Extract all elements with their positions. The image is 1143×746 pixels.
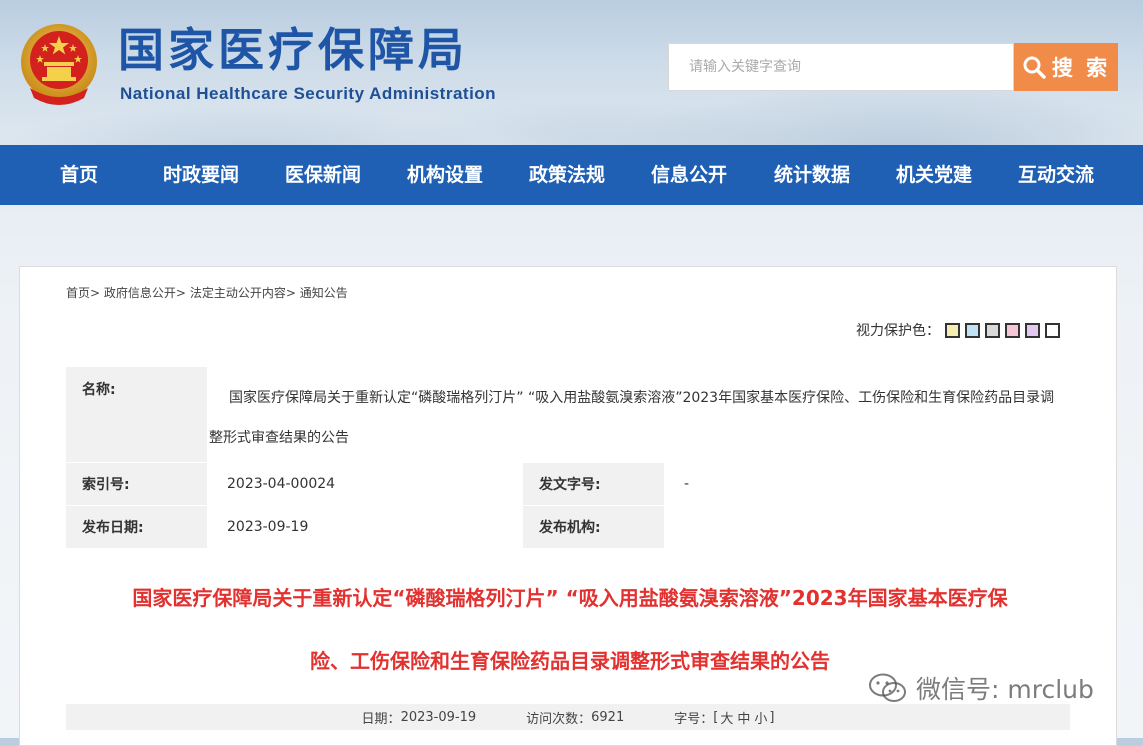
nav-item-org[interactable]: 机构设置: [407, 145, 483, 205]
nav-item-policy[interactable]: 政策法规: [529, 145, 605, 205]
font-size-small[interactable]: 小: [754, 708, 767, 727]
nav-item-ms-news[interactable]: 医保新闻: [285, 145, 361, 205]
search-input[interactable]: [668, 43, 1014, 91]
font-size-large[interactable]: 大: [720, 708, 733, 727]
breadcrumb-statutory[interactable]: 法定主动公开内容: [190, 286, 286, 300]
site-subtitle: National Healthcare Security Administrat…: [120, 84, 497, 103]
nav-item-news[interactable]: 时政要闻: [163, 145, 239, 205]
wechat-icon: [869, 673, 906, 702]
eye-care-colors: 视力保护色：: [856, 320, 1060, 340]
eye-care-label: 视力保护色：: [856, 323, 940, 339]
breadcrumb-separator: >: [175, 286, 186, 300]
watermark-text: 微信号: mrclub: [916, 675, 1094, 704]
eye-care-swatch-blue[interactable]: [965, 322, 980, 338]
meta-font-label: 字号：: [674, 711, 714, 727]
eye-care-swatch-pink[interactable]: [1005, 322, 1020, 338]
meta-date-label: 日期：: [361, 711, 401, 727]
breadcrumb: 首页> 政府信息公开> 法定主动公开内容> 通知公告: [66, 284, 348, 301]
search-button[interactable]: 搜 索: [1014, 43, 1118, 91]
eye-care-swatch-yellow[interactable]: [945, 322, 960, 338]
meta-visits: 6921: [591, 709, 625, 725]
article-title-line2: 险、工伤保险和生育保险药品目录调整形式审查结果的公告: [310, 649, 830, 673]
font-size-medium[interactable]: 中: [737, 708, 750, 727]
org-label: 发布机构:: [523, 505, 664, 549]
index-label: 索引号:: [66, 462, 207, 506]
date-label: 发布日期:: [66, 505, 207, 549]
index-value: 2023-04-00024: [207, 462, 523, 506]
date-value: 2023-09-19: [207, 505, 523, 549]
eye-care-swatch-purple[interactable]: [1025, 322, 1040, 338]
document-info-table: 名称: 国家医疗保障局关于重新认定“磷酸瑞格列汀片” “吸入用盐酸氨溴索溶液”2…: [66, 367, 1066, 549]
org-value: [664, 505, 1066, 549]
nav-item-statistics[interactable]: 统计数据: [774, 145, 850, 205]
national-emblem-icon: [21, 24, 97, 105]
meta-date: 2023-09-19: [400, 709, 477, 725]
breadcrumb-home[interactable]: 首页: [66, 286, 90, 300]
info-row-date: 发布日期: 2023-09-19 发布机构:: [66, 505, 1066, 549]
info-row-index: 索引号: 2023-04-00024 发文字号: -: [66, 462, 1066, 506]
eye-care-swatch-gray[interactable]: [985, 322, 1000, 338]
docno-label: 发文字号:: [523, 462, 664, 506]
search-icon: [1023, 56, 1046, 79]
nav-item-interaction[interactable]: 互动交流: [1018, 145, 1094, 205]
article-title-line1: 国家医疗保障局关于重新认定“磷酸瑞格列汀片” “吸入用盐酸氨溴索溶液”2023年…: [132, 586, 1008, 610]
breadcrumb-separator: >: [90, 286, 101, 300]
site-title: 国家医疗保障局: [118, 23, 468, 77]
main-nav: 首页 时政要闻 医保新闻 机构设置 政策法规 信息公开 统计数据 机关党建 互动…: [0, 145, 1143, 205]
wechat-watermark: 微信号: mrclub: [868, 670, 1094, 706]
article-meta-bar: 日期： 2023-09-19 访问次数： 6921 字号： [ 大 中 小 ]: [66, 704, 1070, 730]
nav-item-home[interactable]: 首页: [60, 145, 98, 205]
name-label: 名称:: [66, 367, 207, 463]
nav-item-disclosure[interactable]: 信息公开: [651, 145, 727, 205]
eye-care-swatch-white[interactable]: [1045, 322, 1060, 338]
nav-item-party[interactable]: 机关党建: [896, 145, 972, 205]
header: 国家医疗保障局 National Healthcare Security Adm…: [0, 0, 1143, 145]
breadcrumb-notices[interactable]: 通知公告: [300, 286, 348, 300]
info-row-name: 名称: 国家医疗保障局关于重新认定“磷酸瑞格列汀片” “吸入用盐酸氨溴索溶液”2…: [66, 367, 1066, 463]
breadcrumb-separator: >: [285, 286, 296, 300]
meta-visits-label: 访问次数：: [526, 711, 592, 727]
search-button-label: 搜 索: [1051, 56, 1111, 80]
name-value: 国家医疗保障局关于重新认定“磷酸瑞格列汀片” “吸入用盐酸氨溴索溶液”2023年…: [207, 367, 1066, 463]
breadcrumb-gov-info[interactable]: 政府信息公开: [104, 286, 176, 300]
docno-value: -: [664, 462, 1066, 506]
